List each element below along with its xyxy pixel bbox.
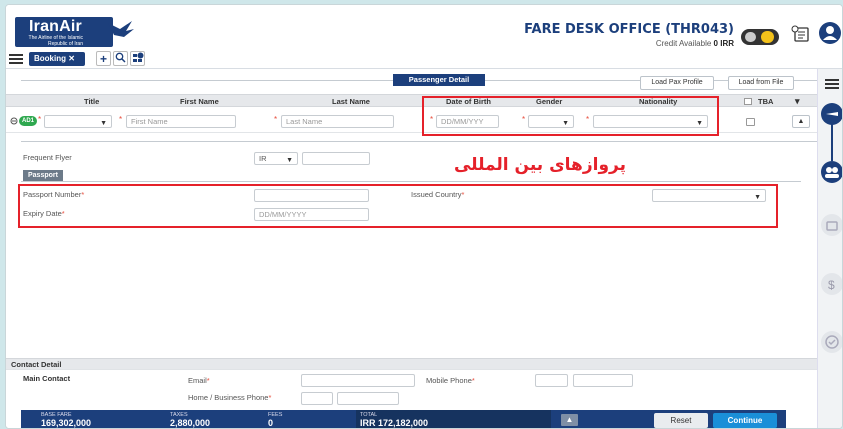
passenger-type-badge: AD1: [19, 116, 37, 126]
email-input[interactable]: [301, 374, 415, 387]
main-contact-label: Main Contact: [23, 374, 71, 383]
home-phone-label: Home / Business Phone*: [188, 393, 271, 402]
svg-text:$: $: [828, 278, 835, 292]
required-marker: *: [274, 115, 278, 124]
chevron-down-icon: ▼: [100, 120, 107, 127]
step-payment-icon[interactable]: $: [821, 273, 842, 295]
baggage-icon: [826, 221, 838, 231]
fare-summary-bar: BASE FARE 169,302,000 TAXES 2,880,000 FE…: [21, 410, 786, 428]
moon-icon: [761, 31, 774, 43]
contact-detail-title: Contact Detail: [11, 360, 62, 369]
annotation-highlight-passport: [18, 184, 778, 228]
iranair-logo: IranAir The Airline of the Islamic Repub…: [15, 17, 113, 47]
required-marker: *: [38, 115, 42, 124]
email-label-text: Email: [188, 376, 207, 385]
base-fare-value: 169,302,000: [41, 418, 92, 428]
col-first-name: First Name: [180, 97, 219, 106]
search-button[interactable]: [113, 51, 128, 66]
step-confirm-icon[interactable]: [821, 331, 842, 353]
grid-badge-icon: [132, 52, 143, 62]
home-phone-label-text: Home / Business Phone: [188, 393, 269, 402]
credit-available: Credit Available 0 IRR: [566, 39, 734, 48]
chevron-down-icon: ▼: [286, 157, 293, 164]
hamburger-menu-icon[interactable]: [9, 53, 25, 65]
sort-icon[interactable]: ▾: [795, 96, 800, 107]
expand-summary-button[interactable]: ▲: [561, 414, 578, 426]
load-from-file-button[interactable]: Load from File: [728, 76, 794, 90]
email-label: Email*: [188, 376, 210, 385]
section-divider: [21, 181, 801, 182]
mobile-phone-label: Mobile Phone*: [426, 376, 475, 385]
required-marker: *: [471, 376, 475, 385]
ff-airline-code: IR: [259, 154, 267, 163]
col-title: Title: [84, 97, 100, 106]
required-marker: *: [119, 115, 123, 124]
dollar-icon: $: [828, 278, 835, 292]
col-last-name: Last Name: [332, 97, 370, 106]
fees-value: 0: [268, 418, 274, 428]
main-content: Passenger Detail Load Pax Profile Load f…: [6, 69, 817, 428]
step-flight-icon[interactable]: [821, 103, 842, 125]
last-name-input[interactable]: Last Name: [281, 115, 394, 128]
annotation-highlight-dob: [422, 96, 719, 136]
queue-button[interactable]: [130, 51, 145, 66]
theme-toggle[interactable]: [741, 29, 779, 45]
credit-label: Credit Available: [655, 39, 712, 48]
passport-tab[interactable]: Passport: [23, 170, 63, 181]
mobile-country-code-input[interactable]: [535, 374, 568, 387]
step-connector: [831, 119, 833, 161]
total-value: IRR 172,182,000: [360, 418, 429, 428]
tba-header-checkbox[interactable]: [744, 98, 752, 105]
logo-name: IranAir: [29, 18, 82, 35]
required-marker: *: [206, 376, 210, 385]
plane-icon: [826, 112, 838, 116]
collapse-row-button[interactable]: ▲: [792, 115, 810, 128]
user-icon: [823, 26, 837, 40]
homa-bird-icon: [108, 21, 134, 37]
taxes-value: 2,880,000: [170, 418, 211, 428]
add-tab-button[interactable]: +: [96, 51, 111, 66]
load-pax-profile-button[interactable]: Load Pax Profile: [640, 76, 714, 90]
section-divider: [21, 141, 817, 142]
credit-value: 0 IRR: [713, 39, 734, 48]
mobile-phone-label-text: Mobile Phone: [426, 376, 472, 385]
office-title: FARE DESK OFFICE (THR043): [524, 22, 734, 37]
home-number-input[interactable]: [337, 392, 399, 405]
total-panel: TOTAL IRR 172,182,000: [356, 410, 551, 428]
expand-icon[interactable]: [10, 117, 18, 125]
toggle-knob-off: [745, 32, 756, 42]
title-select[interactable]: ▼: [44, 115, 112, 128]
user-avatar-icon[interactable]: [819, 22, 841, 44]
booking-tab[interactable]: Booking ✕: [29, 52, 85, 66]
passenger-detail-title: Passenger Detail: [393, 74, 485, 86]
step-ancillary-icon[interactable]: [821, 214, 842, 236]
tba-checkbox[interactable]: [746, 118, 755, 126]
users-icon: [825, 167, 839, 178]
frequent-flyer-label: Frequent Flyer: [23, 153, 72, 162]
ff-number-input[interactable]: [302, 152, 370, 165]
logo-tagline: The Airline of the Islamic Republic of I…: [28, 35, 83, 47]
reset-button[interactable]: Reset: [654, 413, 708, 428]
home-country-code-input[interactable]: [301, 392, 333, 405]
mobile-number-input[interactable]: [573, 374, 633, 387]
col-tba: TBA: [758, 97, 774, 106]
right-step-sidebar: $: [817, 69, 842, 428]
continue-button[interactable]: Continue: [713, 413, 777, 428]
search-icon: [115, 52, 126, 63]
app-window: IranAir The Airline of the Islamic Repub…: [5, 4, 843, 429]
ff-airline-select[interactable]: IR ▼: [254, 152, 298, 165]
checklist-icon[interactable]: [791, 25, 811, 43]
contact-section: Main Contact Email* Mobile Phone* Home /…: [6, 369, 817, 410]
check-circle-icon: [825, 335, 839, 349]
contact-detail-header: Contact Detail: [6, 358, 817, 369]
farsi-annotation: پروازهای بین المللی: [453, 155, 626, 175]
first-name-input[interactable]: First Name: [126, 115, 236, 128]
header: IranAir The Airline of the Islamic Repub…: [6, 5, 842, 69]
hamburger-menu-icon[interactable]: [825, 79, 839, 89]
required-marker: *: [268, 393, 272, 402]
step-passengers-icon[interactable]: [821, 161, 842, 183]
